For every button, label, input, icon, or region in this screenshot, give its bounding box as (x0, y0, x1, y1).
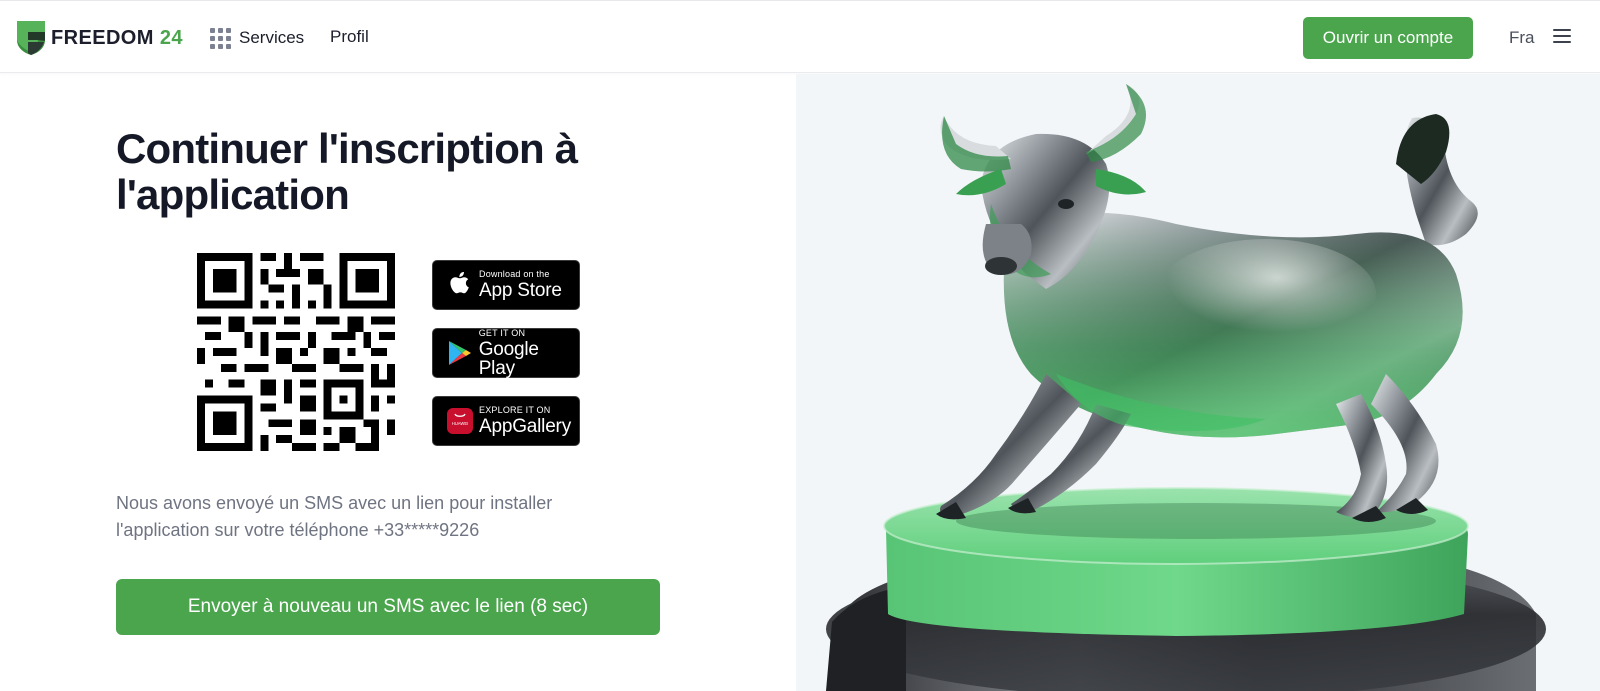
bull-statue-image (826, 84, 1546, 691)
hamburger-icon[interactable] (1553, 29, 1571, 45)
apple-icon (445, 270, 475, 300)
app-gallery-button[interactable]: HUAWEI EXPLORE IT ON AppGallery (432, 396, 580, 446)
page-title: Continuer l'inscription à l'application (116, 125, 578, 218)
brand-logo[interactable]: FREEDOM 24 (16, 20, 183, 56)
google-play-button[interactable]: GET IT ON Google Play (432, 328, 580, 378)
google-play-small-label: GET IT ON (478, 327, 526, 338)
app-gallery-label: AppGallery (479, 416, 571, 437)
brand-wordmark: FREEDOM 24 (51, 27, 183, 49)
app-store-label: App Store (479, 280, 562, 301)
nav-services[interactable]: Services (210, 25, 304, 51)
qr-code-icon (197, 253, 395, 451)
sms-confirmation-text: Nous avons envoyé un SMS avec un lien po… (116, 493, 553, 540)
shield-logo-icon (17, 21, 45, 55)
svg-text:HUAWEI: HUAWEI (452, 421, 469, 426)
grid-menu-icon (210, 27, 231, 49)
huawei-icon: HUAWEI (445, 406, 475, 436)
top-header: FREEDOM 24 Services Profil Ouvrir un comp… (0, 0, 1600, 73)
open-account-button[interactable]: Ouvrir un compte (1303, 17, 1473, 59)
resend-sms-button[interactable]: Envoyer à nouveau un SMS avec le lien (8… (116, 579, 660, 635)
nav-profil[interactable]: Profil (330, 27, 369, 47)
language-selector[interactable]: Fra (1509, 28, 1535, 48)
hero-illustration (796, 74, 1600, 691)
app-gallery-small-label: EXPLORE IT ON (479, 405, 551, 415)
app-store-small-label: Download on the (479, 269, 550, 279)
google-play-icon (445, 338, 475, 368)
app-store-button[interactable]: Download on the App Store (432, 260, 580, 310)
nav-services-label: Services (239, 28, 305, 47)
google-play-label: Google Play (478, 338, 539, 379)
